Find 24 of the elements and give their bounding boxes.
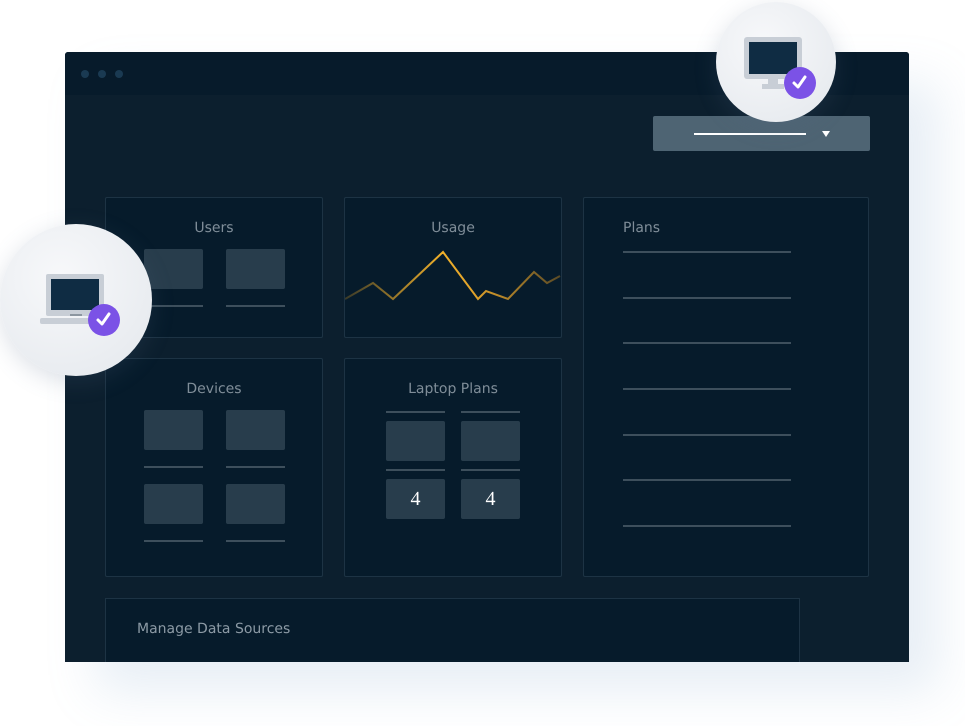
placeholder-tile	[226, 484, 284, 524]
monitor-icon	[744, 37, 802, 89]
card-title: Users	[194, 220, 234, 238]
card-title: Devices	[186, 381, 242, 399]
window-dot[interactable]	[98, 70, 106, 78]
placeholder-tile	[226, 249, 284, 289]
stat-tile: 4	[461, 479, 520, 519]
placeholder-tile	[144, 249, 202, 289]
card-title: Plans	[623, 220, 660, 238]
placeholder-tile	[386, 421, 445, 461]
check-icon	[784, 67, 816, 99]
check-icon	[88, 304, 120, 336]
caret-icon	[822, 130, 830, 136]
stat-tile: 4	[386, 479, 445, 519]
window-dot[interactable]	[115, 70, 123, 78]
card-title: Usage	[431, 220, 475, 238]
placeholder-tile	[144, 484, 202, 524]
dropdown[interactable]	[653, 116, 870, 151]
placeholder-tile	[144, 410, 202, 450]
placeholder-tile	[226, 410, 284, 450]
card-title: Laptop Plans	[408, 381, 498, 399]
window-dot[interactable]	[81, 70, 89, 78]
placeholder-tile	[461, 421, 520, 461]
card-title: Manage Data Sources	[137, 621, 290, 637]
